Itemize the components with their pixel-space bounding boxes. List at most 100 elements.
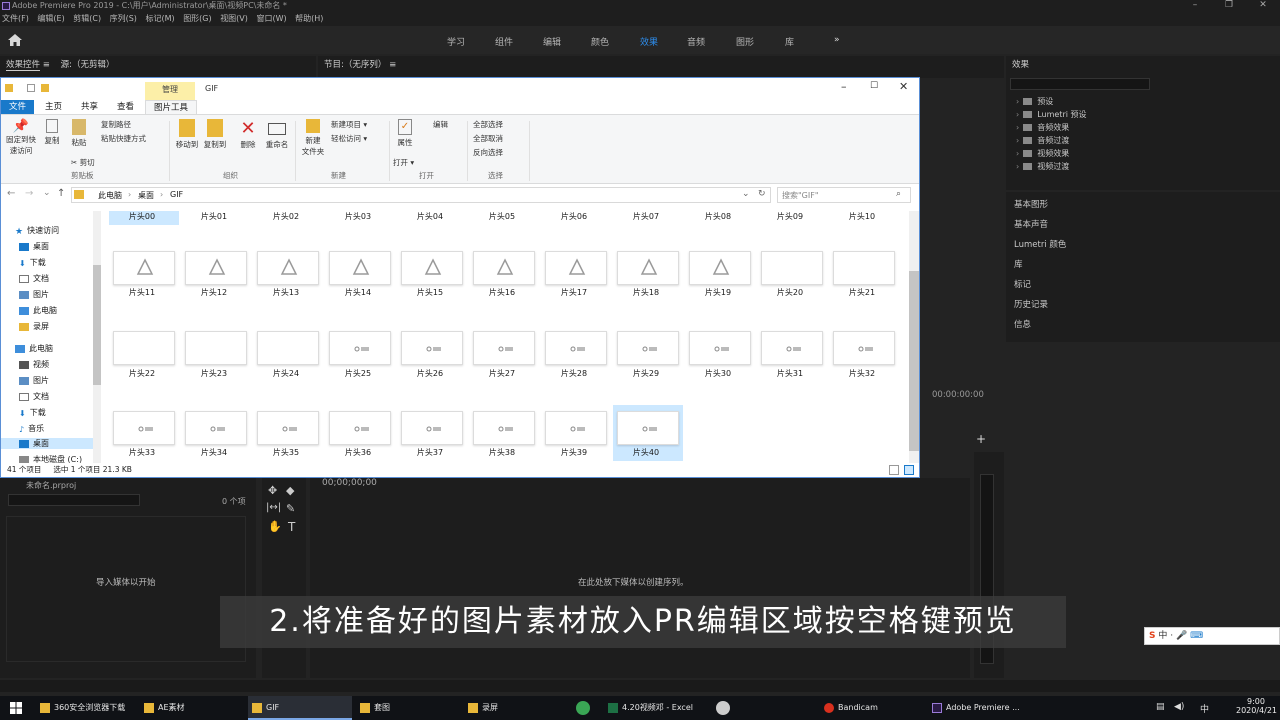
type-tool-icon[interactable]: T bbox=[288, 520, 295, 534]
file-item[interactable]: 片头17 bbox=[541, 245, 611, 301]
tab-source[interactable]: 源:（无剪辑） bbox=[61, 60, 115, 70]
app-green-icon[interactable] bbox=[576, 701, 590, 715]
tab-picture-tools[interactable]: 图片工具 bbox=[145, 100, 198, 114]
menu-clip[interactable]: 剪辑(C) bbox=[73, 14, 101, 23]
taskbar-set-images[interactable]: 套图 bbox=[356, 696, 452, 720]
menu-file[interactable]: 文件(F) bbox=[2, 14, 29, 23]
add-button-icon[interactable]: + bbox=[976, 432, 986, 446]
file-item[interactable]: 片头05 bbox=[469, 211, 539, 225]
hand-tool-icon[interactable]: ✋ bbox=[268, 520, 282, 533]
nav-pc-desktop[interactable]: 桌面 bbox=[1, 438, 93, 449]
file-item[interactable]: 片头39 bbox=[541, 405, 611, 461]
taskbar-premiere[interactable]: Adobe Premiere ... bbox=[928, 696, 1032, 720]
workspace-graphics[interactable]: 图形 bbox=[736, 35, 754, 48]
file-item[interactable]: 片头31 bbox=[757, 325, 827, 382]
effects-search-input[interactable] bbox=[1010, 78, 1150, 90]
search-box[interactable]: 搜索"GIF" ⌕ bbox=[777, 187, 911, 203]
close-icon[interactable]: ✕ bbox=[899, 80, 908, 93]
file-item[interactable]: 片头36 bbox=[325, 405, 395, 461]
file-item[interactable]: 片头38 bbox=[469, 405, 539, 461]
close-icon[interactable]: ✕ bbox=[1246, 0, 1280, 10]
nav-pictures[interactable]: 图片 bbox=[19, 289, 49, 300]
project-search-input[interactable] bbox=[8, 494, 140, 506]
workspace-more-button[interactable]: » bbox=[834, 35, 840, 45]
address-bar[interactable]: 此电脑 › 桌面 › GIF ⌄ ↻ bbox=[71, 187, 771, 203]
nav-music[interactable]: ♪ 音乐 bbox=[19, 423, 44, 434]
cut-button[interactable]: ✂ 剪切 bbox=[71, 157, 95, 168]
razor-tool-icon[interactable]: ◆ bbox=[286, 484, 294, 497]
manage-tab[interactable]: 管理 bbox=[145, 82, 195, 100]
file-item[interactable]: 片头11 bbox=[109, 245, 179, 301]
taskbar-bandicam[interactable]: Bandicam bbox=[820, 696, 916, 720]
restore-icon[interactable]: ❐ bbox=[1212, 0, 1246, 10]
taskbar-ae-assets[interactable]: AE素材 bbox=[140, 696, 236, 720]
paste-button[interactable]: 粘贴 bbox=[67, 119, 91, 148]
file-item[interactable]: 片头07 bbox=[613, 211, 683, 225]
effects-item-audio-effects[interactable]: › 音频效果 bbox=[1016, 122, 1069, 133]
taskbar-recordings[interactable]: 录屏 bbox=[464, 696, 560, 720]
tab-effect-controls[interactable]: 效果控件 bbox=[6, 60, 41, 71]
invert-selection-button[interactable]: 反向选择 bbox=[473, 147, 503, 158]
effects-item-presets[interactable]: › 预设 bbox=[1016, 96, 1053, 107]
file-item[interactable]: 片头23 bbox=[181, 325, 251, 382]
breadcrumb-gif[interactable]: GIF bbox=[170, 190, 183, 199]
breadcrumb-desktop[interactable]: 桌面 bbox=[138, 190, 154, 201]
file-item[interactable]: 片头18 bbox=[613, 245, 683, 301]
clock[interactable]: 9:00 2020/4/21 bbox=[1236, 697, 1277, 715]
minimize-icon[interactable]: – bbox=[1178, 0, 1212, 10]
file-item[interactable]: 片头14 bbox=[325, 245, 395, 301]
back-icon[interactable]: ← bbox=[7, 188, 15, 199]
windows-start-icon[interactable] bbox=[10, 702, 22, 714]
menu-edit[interactable]: 编辑(E) bbox=[37, 14, 64, 23]
tab-view[interactable]: 查看 bbox=[109, 100, 142, 114]
nav-scrollbar[interactable] bbox=[93, 211, 101, 463]
menu-window[interactable]: 窗口(W) bbox=[256, 14, 286, 23]
workspace-audio[interactable]: 音频 bbox=[687, 35, 705, 48]
effects-item-lumetri[interactable]: › Lumetri 预设 bbox=[1016, 109, 1087, 120]
copy-to-button[interactable]: 复制到 bbox=[201, 119, 229, 150]
file-item[interactable]: 片头10 bbox=[829, 211, 899, 225]
panel-lumetri-color[interactable]: Lumetri 颜色 bbox=[1014, 238, 1066, 250]
file-item[interactable]: 片头28 bbox=[541, 325, 611, 382]
effects-item-audio-transitions[interactable]: › 音频过渡 bbox=[1016, 135, 1069, 146]
panel-history[interactable]: 历史记录 bbox=[1014, 298, 1048, 310]
file-item[interactable]: 片头04 bbox=[397, 211, 467, 225]
breadcrumb-this-pc[interactable]: 此电脑 bbox=[98, 190, 122, 201]
up-icon[interactable]: ↑ bbox=[57, 188, 65, 199]
nav-pc-documents[interactable]: 文档 bbox=[19, 391, 49, 402]
file-item[interactable]: 片头37 bbox=[397, 405, 467, 461]
ripple-tool-icon[interactable]: |↔| bbox=[266, 502, 281, 513]
tab-program[interactable]: 节目:（无序列） bbox=[324, 60, 386, 70]
home-icon[interactable] bbox=[8, 34, 22, 46]
file-item[interactable]: 片头06 bbox=[541, 211, 611, 225]
ime-mode[interactable]: 中 · bbox=[1158, 631, 1173, 641]
pen-tool-icon[interactable]: ✎ bbox=[286, 502, 295, 515]
taskbar-excel[interactable]: 4.20视频邓 - Excel bbox=[604, 696, 708, 720]
keyboard-icon[interactable]: ⌨ bbox=[1190, 631, 1203, 641]
content-scrollbar[interactable] bbox=[909, 211, 919, 463]
panel-essential-graphics[interactable]: 基本图形 bbox=[1014, 198, 1048, 210]
paste-shortcut-button[interactable]: 粘贴快捷方式 bbox=[101, 133, 146, 144]
panel-markers[interactable]: 标记 bbox=[1014, 278, 1031, 290]
file-item[interactable]: 片头26 bbox=[397, 325, 467, 382]
rename-button[interactable]: 重命名 bbox=[263, 119, 291, 150]
nav-downloads[interactable]: ⬇ 下载 bbox=[19, 257, 46, 268]
nav-desktop[interactable]: 桌面 bbox=[19, 241, 49, 252]
nav-documents[interactable]: 文档 bbox=[19, 273, 49, 284]
project-bin-area[interactable] bbox=[6, 516, 246, 662]
file-item[interactable]: 片头09 bbox=[757, 211, 827, 225]
nav-quick-access[interactable]: ★ 快速访问 bbox=[15, 225, 59, 237]
workspace-assembly[interactable]: 组件 bbox=[495, 35, 513, 48]
easy-access-button[interactable]: 轻松访问 ▾ bbox=[331, 133, 367, 144]
taskbar-gif[interactable]: GIF bbox=[248, 696, 352, 720]
nav-this-pc[interactable]: 此电脑 bbox=[15, 343, 53, 354]
file-item[interactable]: 片头32 bbox=[829, 325, 899, 382]
file-item[interactable]: 片头12 bbox=[181, 245, 251, 301]
volume-icon[interactable]: ◀) bbox=[1174, 702, 1184, 712]
workspace-color[interactable]: 颜色 bbox=[591, 35, 609, 48]
menu-view[interactable]: 视图(V) bbox=[220, 14, 248, 23]
refresh-icon[interactable]: ↻ bbox=[758, 189, 766, 199]
tab-file[interactable]: 文件 bbox=[1, 100, 35, 114]
recent-dropdown-icon[interactable]: ⌄ bbox=[43, 188, 51, 198]
tab-home[interactable]: 主页 bbox=[37, 100, 70, 114]
